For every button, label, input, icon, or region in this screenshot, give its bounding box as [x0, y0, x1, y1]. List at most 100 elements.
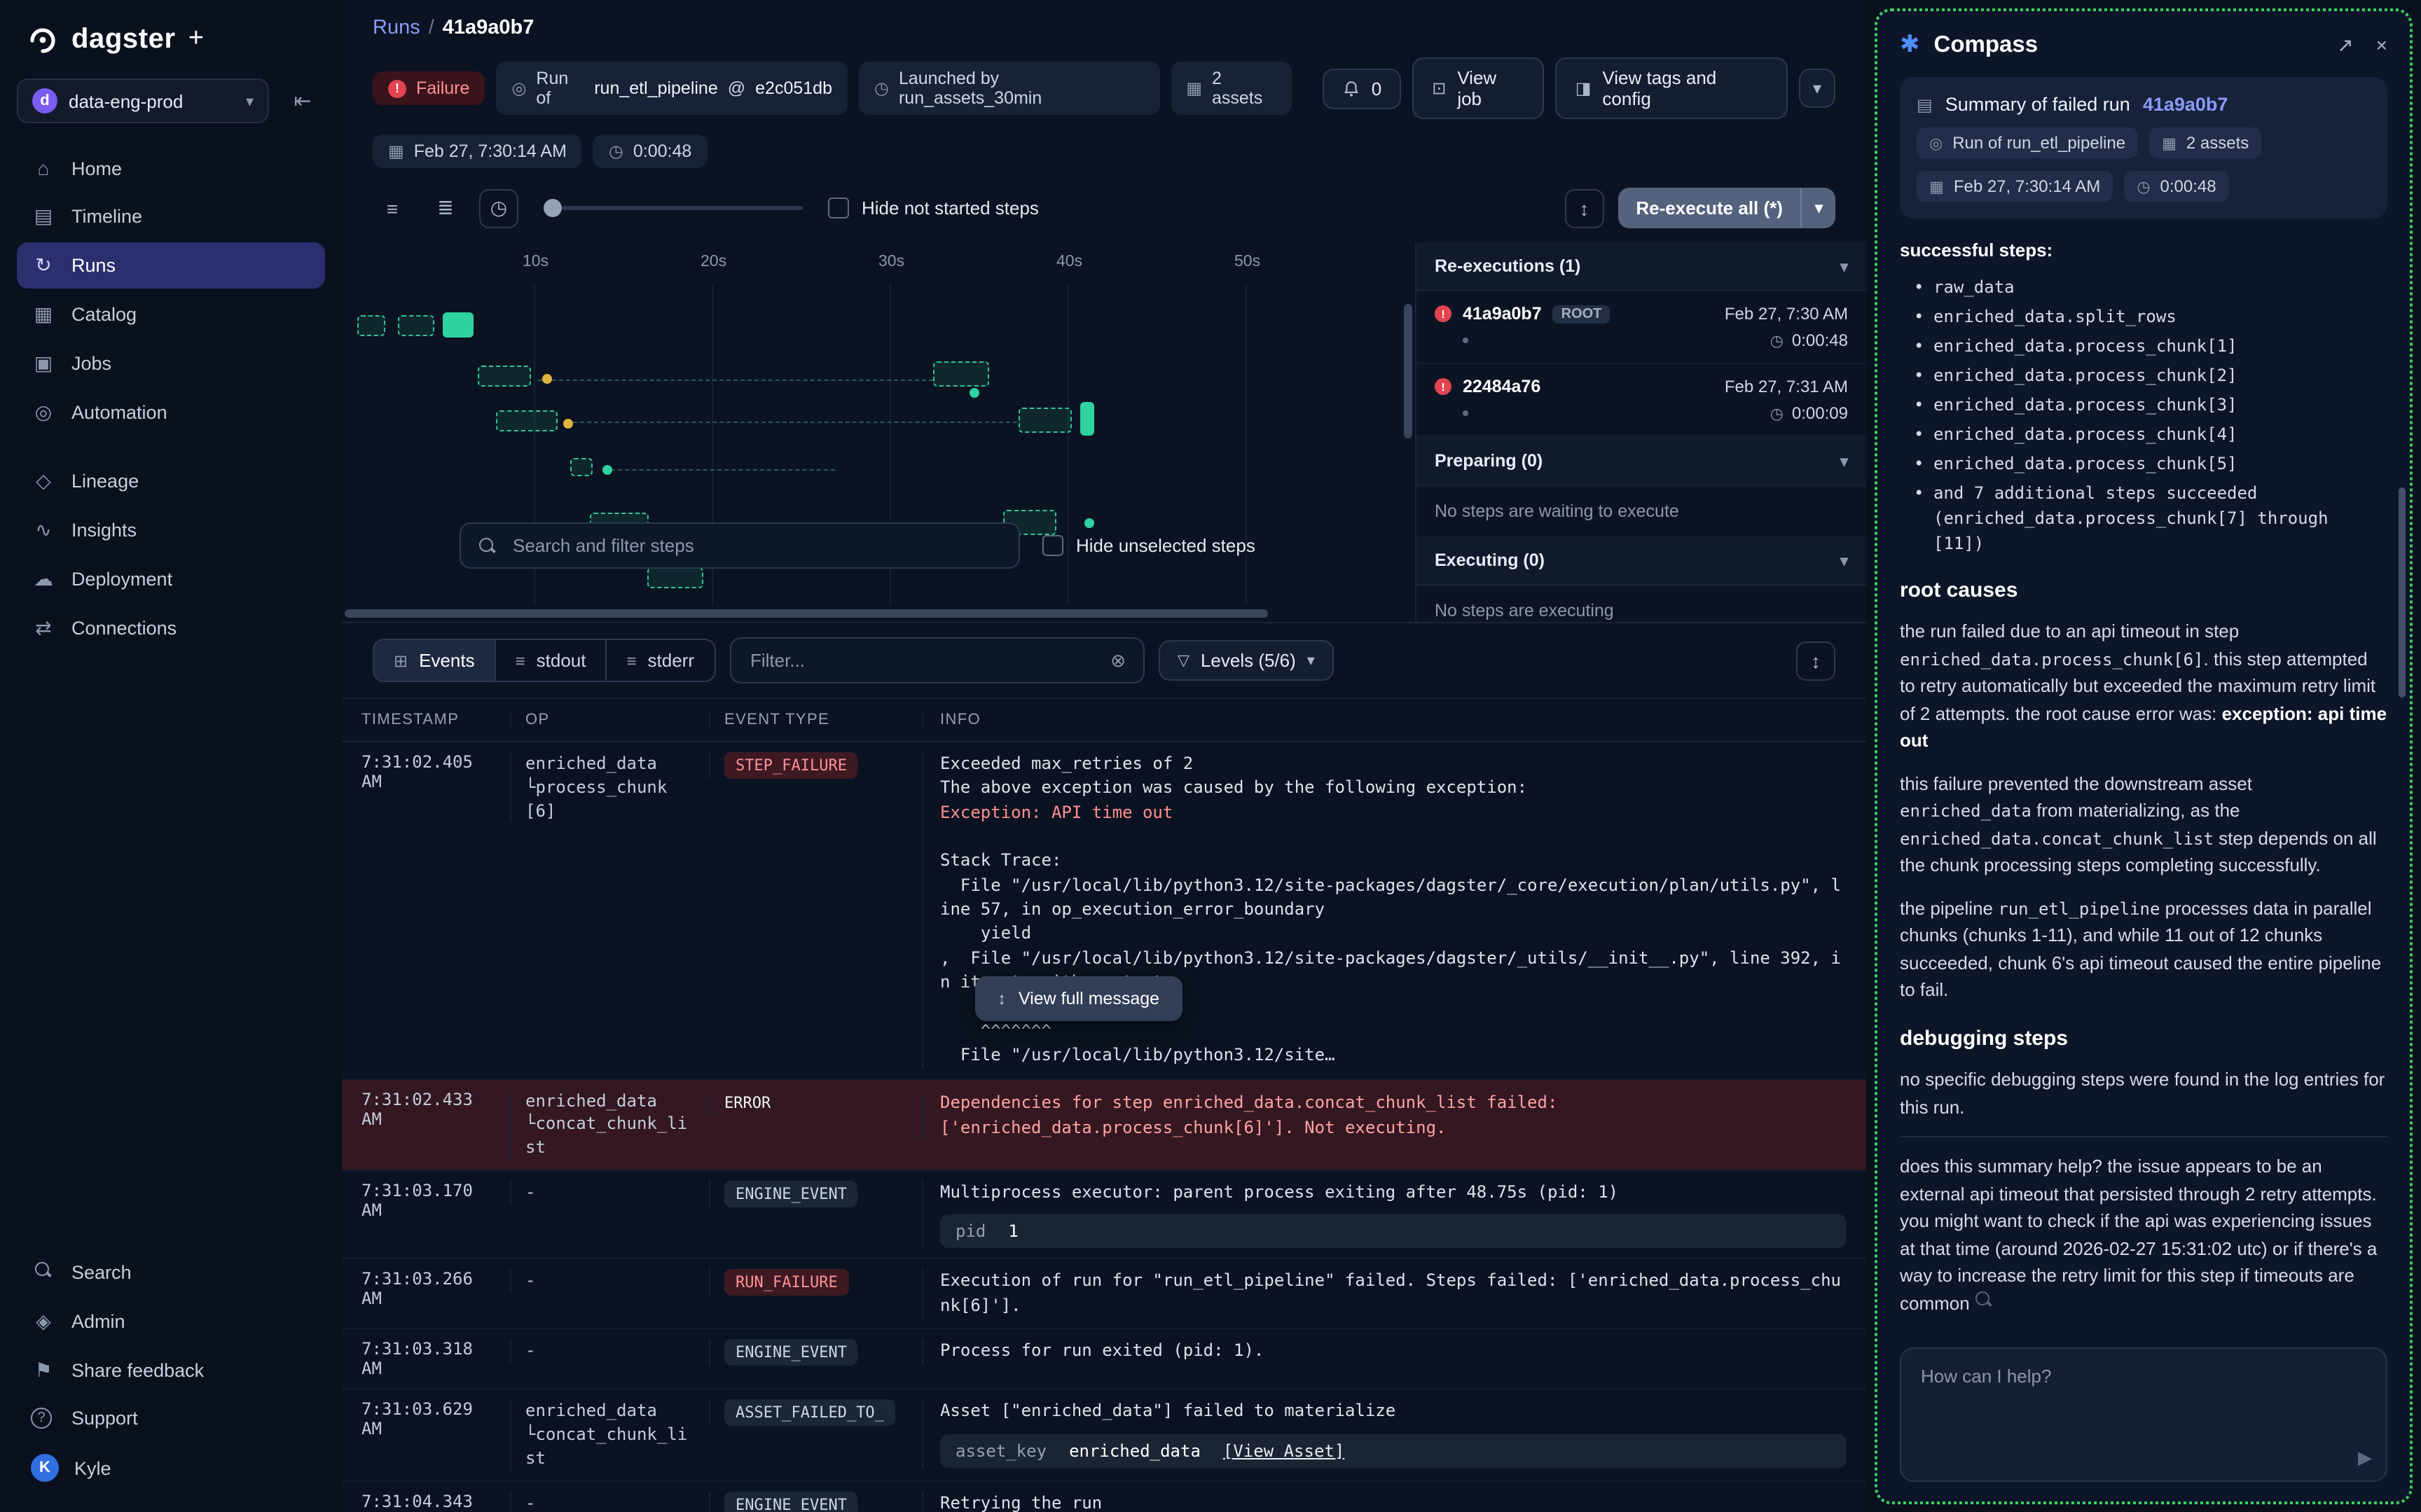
log-filter[interactable]: ⊗: [729, 637, 1144, 684]
sidebar-item-automation[interactable]: ◎Automation: [17, 389, 325, 436]
gantt-bar[interactable]: [398, 315, 434, 336]
debugging-steps-heading: debugging steps: [1900, 1023, 2387, 1055]
hide-not-started-checkbox[interactable]: [828, 197, 849, 219]
view-asset-link[interactable]: [View Asset]: [1223, 1441, 1344, 1460]
close-icon[interactable]: ×: [2376, 33, 2387, 57]
assets-grid-icon: ▦: [2162, 134, 2177, 152]
reexecution-row[interactable]: 22484a76 Feb 27, 7:31 AM ◷0:00:09: [1416, 364, 1866, 437]
compass-chat-input[interactable]: ▶: [1900, 1347, 2387, 1482]
slider-thumb[interactable]: [544, 199, 562, 217]
column-info: INFO: [922, 712, 1866, 728]
gantt-bar[interactable]: [1080, 402, 1094, 436]
levels-dropdown[interactable]: ▽ Levels (5/6) ▾: [1158, 640, 1334, 681]
gantt-bar[interactable]: [478, 366, 531, 387]
debugging-steps-body: no specific debugging steps were found i…: [1900, 1066, 2387, 1121]
sidebar-item-admin[interactable]: ◈Admin: [17, 1298, 325, 1345]
metadata-key: pid: [956, 1222, 986, 1242]
sidebar-item-connections[interactable]: ⇄Connections: [17, 605, 325, 651]
view-job-button[interactable]: ⊡ View job: [1412, 57, 1545, 119]
log-row[interactable]: 7:31:04.343 AM - ENGINE_EVENT Retrying t…: [342, 1481, 1866, 1512]
sidebar-item-search[interactable]: Search: [17, 1249, 325, 1296]
tab-label: stdout: [537, 650, 586, 671]
reexecute-all-label[interactable]: Re-execute all (*): [1618, 188, 1801, 228]
gantt-bar[interactable]: [1019, 408, 1072, 433]
tab-stdout[interactable]: ≡stdout: [496, 640, 607, 681]
log-row[interactable]: 7:31:02.433 AM enriched_data└concat_chun…: [342, 1079, 1866, 1171]
run-id[interactable]: 22484a76: [1463, 377, 1540, 396]
sidebar-item-insights[interactable]: ∿Insights: [17, 507, 325, 553]
log-row[interactable]: 7:31:03.266 AM - RUN_FAILURE Execution o…: [342, 1260, 1866, 1330]
log-row[interactable]: 7:31:03.318 AM - ENGINE_EVENT Process fo…: [342, 1330, 1866, 1390]
reexecution-row[interactable]: 41a9a0b7 ROOT Feb 27, 7:30 AM ◷0:00:48: [1416, 291, 1866, 364]
flat-view-icon: ≡: [387, 197, 398, 219]
run-date: Feb 27, 7:31 AM: [1725, 377, 1848, 396]
breadcrumb-runs-link[interactable]: Runs: [373, 17, 420, 39]
view-tags-config-button[interactable]: ◨ View tags and config: [1556, 57, 1788, 119]
open-in-new-icon[interactable]: ↗: [2337, 33, 2353, 57]
home-icon: ⌂: [31, 157, 56, 179]
run-id[interactable]: 41a9a0b7: [1463, 304, 1542, 324]
run-of-tag[interactable]: ◎ Run of run_etl_pipeline @ e2c051db: [496, 62, 848, 115]
sidebar-item-label: Support: [71, 1408, 138, 1429]
calendar-icon: ▦: [388, 141, 404, 161]
assets-tag[interactable]: ▦ 2 assets: [1171, 62, 1291, 115]
chat-textarea[interactable]: [1918, 1363, 2369, 1444]
sidebar-item-share-feedback[interactable]: ⚑Share feedback: [17, 1347, 325, 1394]
gantt-bar[interactable]: [933, 361, 989, 387]
sidebar-item-user[interactable]: KKyle: [17, 1443, 325, 1493]
step-search[interactable]: [460, 522, 1020, 569]
reexecutions-section-header[interactable]: Re-executions (1) ▾: [1416, 242, 1866, 291]
gantt-view-flat-button[interactable]: ≡: [373, 188, 412, 228]
log-row[interactable]: 7:31:02.405 AM enriched_data└process_chu…: [342, 742, 1866, 1079]
sort-steps-button[interactable]: ↕: [1564, 188, 1603, 228]
step-dot: [1463, 410, 1468, 416]
clear-filter-icon[interactable]: ⊗: [1110, 649, 1126, 672]
log-row[interactable]: 7:31:03.170 AM - ENGINE_EVENT Multiproce…: [342, 1171, 1866, 1260]
gantt-bar[interactable]: [647, 567, 703, 588]
send-icon[interactable]: ▶: [2358, 1447, 2372, 1469]
step-search-input[interactable]: [510, 534, 1002, 557]
gantt-bar[interactable]: [496, 410, 558, 431]
hide-unselected-control[interactable]: Hide unselected steps: [1042, 535, 1255, 556]
zoom-slider[interactable]: [544, 199, 803, 217]
preparing-section-header[interactable]: Preparing (0) ▾: [1416, 437, 1866, 486]
tab-events[interactable]: ⊞Events: [374, 640, 496, 681]
tab-stderr[interactable]: ≡stderr: [607, 640, 715, 681]
tag-icon: ◨: [1575, 78, 1592, 98]
sidebar-collapse-button[interactable]: ⇤: [280, 78, 325, 123]
gantt-bar[interactable]: [443, 312, 474, 338]
reexecute-all-button[interactable]: Re-execute all (*) ▾: [1618, 188, 1835, 228]
gantt-view-waterfall-button[interactable]: ≣: [426, 188, 465, 228]
sidebar-item-home[interactable]: ⌂Home: [17, 146, 325, 190]
sidebar-item-support[interactable]: ?Support: [17, 1396, 325, 1440]
reexecute-options-button[interactable]: ▾: [1801, 188, 1835, 228]
code-version[interactable]: e2c051db: [755, 78, 832, 98]
expand-logs-button[interactable]: ↕: [1796, 641, 1835, 680]
executing-section-header[interactable]: Executing (0) ▾: [1416, 536, 1866, 585]
launched-by-tag[interactable]: ◷ Launched by run_assets_30min: [859, 62, 1159, 115]
view-full-message-button[interactable]: ↕ View full message: [975, 976, 1182, 1021]
sidebar-item-catalog[interactable]: ▦Catalog: [17, 291, 325, 338]
gantt-bar[interactable]: [570, 458, 593, 476]
sidebar-item-runs[interactable]: ↻Runs: [17, 242, 325, 289]
summary-run-link[interactable]: 41a9a0b7: [2143, 94, 2228, 115]
gantt-bar[interactable]: [357, 315, 385, 336]
sidebar-item-label: Jobs: [71, 353, 111, 374]
hide-not-started-control[interactable]: Hide not started steps: [828, 197, 1039, 219]
log-row[interactable]: 7:31:03.629 AM enriched_data└concat_chun…: [342, 1390, 1866, 1482]
log-filter-input[interactable]: [747, 649, 1099, 672]
alerts-button[interactable]: 0: [1323, 68, 1401, 109]
sidebar-item-jobs[interactable]: ▣Jobs: [17, 340, 325, 387]
compass-scrollbar[interactable]: [2399, 487, 2406, 698]
pipeline-name[interactable]: run_etl_pipeline: [594, 78, 718, 98]
org-selector[interactable]: d data-eng-prod ▾: [17, 78, 269, 123]
sidebar-item-deployment[interactable]: ☁Deployment: [17, 556, 325, 602]
gantt-horizontal-scrollbar[interactable]: [345, 609, 1268, 618]
gantt-vertical-scrollbar[interactable]: [1404, 304, 1412, 438]
sidebar-item-timeline[interactable]: ▤Timeline: [17, 193, 325, 240]
sidebar-item-lineage[interactable]: ◇Lineage: [17, 458, 325, 504]
more-actions-button[interactable]: ▾: [1799, 69, 1835, 108]
run-side-panel: Re-executions (1) ▾ 41a9a0b7 ROOT Feb 27…: [1415, 242, 1866, 622]
hide-unselected-checkbox[interactable]: [1042, 535, 1063, 556]
gantt-timing-toggle[interactable]: ◷: [479, 188, 518, 228]
